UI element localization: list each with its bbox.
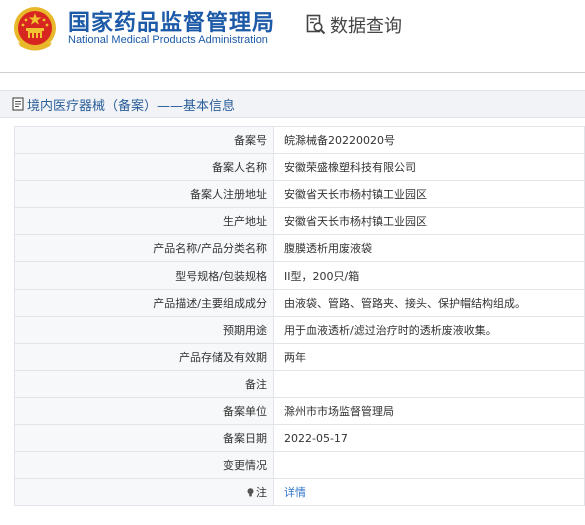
document-icon	[12, 97, 24, 111]
row-label: 备案人名称	[14, 153, 274, 182]
row-label: 备注	[14, 369, 274, 398]
row-label: 变更情况	[14, 451, 274, 480]
section-header: 境内医疗器械（备案）——基本信息	[0, 90, 585, 118]
row-value	[273, 369, 585, 398]
table-row: 备注	[14, 369, 585, 398]
table-row: 备案号 皖滁械备20220020号	[14, 125, 585, 155]
row-label-note: 注	[14, 478, 274, 507]
table-row: 备案单位 滁州市市场监督管理局	[14, 396, 585, 426]
table-row: 产品存储及有效期 两年	[14, 342, 585, 371]
note-label: 注	[256, 486, 267, 500]
row-value: 详情	[273, 478, 585, 507]
row-value: 由液袋、管路、管路夹、接头、保护帽结构组成。	[273, 288, 585, 317]
row-label: 产品名称/产品分类名称	[14, 234, 274, 263]
national-emblem-icon	[14, 7, 56, 51]
table-row: 生产地址 安徽省天长市杨村镇工业园区	[14, 207, 585, 236]
row-value: II型，200只/箱	[273, 261, 585, 290]
table-row: 预期用途 用于血液透析/滤过治疗时的透析废液收集。	[14, 315, 585, 344]
table-row: 注 详情	[14, 478, 585, 507]
table-row: 备案人注册地址 安徽省天长市杨村镇工业园区	[14, 180, 585, 209]
row-label: 生产地址	[14, 207, 274, 236]
row-value: 安徽荣盛橡塑科技有限公司	[273, 153, 585, 182]
row-value	[273, 451, 585, 480]
row-value: 两年	[273, 342, 585, 371]
section-title: 境内医疗器械（备案）——基本信息	[27, 98, 236, 114]
row-value: 安徽省天长市杨村镇工业园区	[273, 180, 585, 209]
lightbulb-icon	[247, 488, 254, 497]
query-title-text: 数据查询	[330, 16, 402, 37]
row-value: 滁州市市场监督管理局	[273, 396, 585, 426]
details-link[interactable]: 详情	[284, 486, 306, 499]
table-row: 产品名称/产品分类名称 腹膜透析用废液袋	[14, 234, 585, 263]
org-name-en: National Medical Products Administration	[68, 34, 268, 46]
row-label: 产品存储及有效期	[14, 342, 274, 371]
row-label: 型号规格/包装规格	[14, 261, 274, 290]
row-label: 预期用途	[14, 315, 274, 344]
row-label: 备案号	[14, 125, 274, 155]
row-label: 备案日期	[14, 424, 274, 453]
org-name-cn: 国家药品监督管理局	[68, 11, 276, 36]
table-row: 型号规格/包装规格 II型，200只/箱	[14, 261, 585, 290]
table-row: 备案人名称 安徽荣盛橡塑科技有限公司	[14, 153, 585, 182]
row-value: 用于血液透析/滤过治疗时的透析废液收集。	[273, 315, 585, 344]
row-value: 腹膜透析用废液袋	[273, 234, 585, 263]
table-row: 产品描述/主要组成成分 由液袋、管路、管路夹、接头、保护帽结构组成。	[14, 288, 585, 317]
row-value: 2022-05-17	[273, 424, 585, 453]
row-label: 备案单位	[14, 396, 274, 426]
table-row: 备案日期 2022-05-17	[14, 424, 585, 453]
search-document-icon	[306, 14, 326, 35]
basic-info-table: 备案号 皖滁械备20220020号 备案人名称 安徽荣盛橡塑科技有限公司 备案人…	[14, 125, 585, 507]
row-label: 备案人注册地址	[14, 180, 274, 209]
row-label: 产品描述/主要组成成分	[14, 288, 274, 317]
table-row: 变更情况	[14, 451, 585, 480]
site-header: 国家药品监督管理局 National Medical Products Admi…	[0, 0, 585, 73]
row-value: 皖滁械备20220020号	[273, 125, 585, 155]
row-value: 安徽省天长市杨村镇工业园区	[273, 207, 585, 236]
data-query-title: 数据查询	[306, 12, 402, 38]
